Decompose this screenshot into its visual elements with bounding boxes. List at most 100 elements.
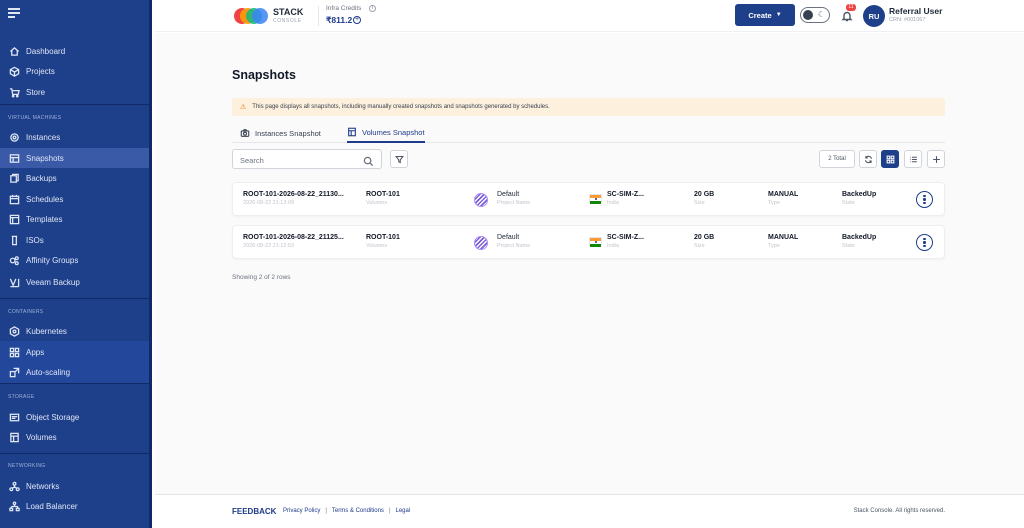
volume-icon — [9, 432, 20, 443]
refresh-button[interactable] — [859, 150, 877, 168]
type-label: Type — [768, 243, 780, 249]
stack-logo[interactable] — [233, 6, 269, 26]
camera-icon — [240, 128, 250, 138]
table-row[interactable]: ROOT-101-2026-08-22_21125... 2026-08-22 … — [232, 225, 945, 259]
sidebar-item-volumes[interactable]: Volumes — [0, 427, 149, 447]
more-options-icon[interactable] — [916, 191, 933, 208]
sidebar-item-affinity-groups[interactable]: Affinity Groups — [0, 250, 149, 270]
header-divider — [318, 6, 319, 26]
autoscaling-icon — [9, 367, 20, 378]
zone-cell: SC-SIM-Z... India — [607, 191, 644, 206]
table-row[interactable]: ROOT-101-2026-08-22_21130... 2026-08-22 … — [232, 182, 945, 216]
snapshot-icon — [9, 153, 20, 164]
sidebar-item-networks[interactable]: Networks — [0, 476, 149, 496]
search-input[interactable] — [233, 151, 353, 170]
grid-view-button[interactable] — [881, 150, 899, 168]
type-cell: MANUAL Type — [768, 234, 798, 249]
sidebar-item-label: Apps — [26, 347, 45, 357]
theme-toggle[interactable]: ☾ — [800, 7, 830, 23]
tab-label: Volumes Snapshot — [362, 127, 425, 137]
state-label: State — [842, 243, 855, 249]
zone-region: India — [607, 243, 619, 249]
section-label-networking: NETWORKING — [8, 463, 46, 469]
sidebar-item-isos[interactable]: ISOs — [0, 230, 149, 250]
volume-cell: ROOT-101 Volumes — [366, 234, 400, 249]
footer-separator: | — [325, 508, 327, 514]
sidebar-item-projects[interactable]: Projects — [0, 61, 149, 81]
veeam-icon — [9, 277, 20, 288]
snapshot-name-cell: ROOT-101-2026-08-22_21125... 2026-08-22 … — [243, 234, 344, 249]
sidebar-item-schedules[interactable]: Schedules — [0, 189, 149, 209]
search-icon[interactable] — [363, 154, 374, 167]
volume-name: ROOT-101 — [366, 191, 400, 198]
sidebar-item-instances[interactable]: Instances — [0, 127, 149, 147]
sidebar-item-templates[interactable]: Templates — [0, 209, 149, 229]
india-flag-icon — [589, 194, 602, 204]
footer-links: Privacy Policy | Terms & Conditions | Le… — [283, 508, 410, 514]
filter-button[interactable] — [390, 150, 408, 168]
sidebar-divider — [0, 383, 149, 384]
hamburger-icon[interactable] — [8, 8, 20, 18]
sidebar-item-dashboard[interactable]: Dashboard — [0, 41, 149, 61]
sidebar-item-label: Schedules — [26, 194, 64, 204]
sidebar-divider — [0, 298, 149, 299]
project-label: Project Name — [497, 243, 531, 249]
info-icon[interactable]: i — [369, 5, 376, 12]
page-title: Snapshots — [232, 68, 296, 82]
kubernetes-icon — [9, 325, 20, 337]
object-storage-icon — [9, 412, 20, 423]
add-snapshot-button[interactable] — [927, 150, 945, 168]
sidebar-item-object-storage[interactable]: Object Storage — [0, 407, 149, 427]
size-value: 20 GB — [694, 234, 715, 241]
list-view-button[interactable] — [904, 150, 922, 168]
iso-icon — [9, 235, 20, 246]
snapshot-name[interactable]: ROOT-101-2026-08-22_21125... — [243, 234, 344, 241]
sidebar-item-label: Dashboard — [26, 46, 66, 56]
tab-instances-snapshot[interactable]: Instances Snapshot — [240, 123, 321, 143]
snapshot-name-cell: ROOT-101-2026-08-22_21130... 2026-08-22 … — [243, 191, 344, 206]
size-value: 20 GB — [694, 191, 715, 198]
project-cell: Default Project Name — [497, 191, 530, 206]
sidebar-item-label: Snapshots — [26, 153, 64, 163]
avatar[interactable]: RU — [863, 5, 885, 27]
snapshot-date: 2026-08-22 21:13:09 — [243, 200, 295, 206]
state-cell: BackedUp State — [842, 191, 876, 206]
sidebar-item-label: Load Balancer — [26, 501, 78, 511]
privacy-policy-link[interactable]: Privacy Policy — [283, 508, 320, 514]
footer-separator: | — [388, 508, 391, 514]
add-credits-icon[interactable]: + — [353, 16, 361, 24]
sidebar-item-auto-scaling[interactable]: Auto-scaling — [0, 362, 149, 382]
tab-volumes-snapshot[interactable]: Volumes Snapshot — [347, 123, 425, 143]
copyright-text: Stack Console. All rights reserved. — [853, 508, 945, 514]
sidebar-item-kubernetes[interactable]: Kubernetes — [0, 321, 149, 341]
schedule-icon — [9, 194, 20, 205]
warning-icon: ⚠ — [240, 104, 247, 111]
more-options-icon[interactable] — [916, 234, 933, 251]
sidebar-item-store[interactable]: Store — [0, 82, 149, 102]
load-balancer-icon — [9, 500, 20, 512]
snapshot-name[interactable]: ROOT-101-2026-08-22_21130... — [243, 191, 344, 198]
search-box — [232, 149, 382, 170]
sidebar-item-snapshots[interactable]: Snapshots — [0, 148, 149, 168]
terms-link[interactable]: Terms & Conditions — [332, 508, 384, 514]
sidebar-item-load-balancer[interactable]: Load Balancer — [0, 496, 149, 516]
sidebar-item-apps[interactable]: Apps — [0, 342, 149, 362]
apps-icon — [9, 347, 20, 358]
sidebar-divider — [0, 453, 149, 454]
notice-text: This page displays all snapshots, includ… — [252, 104, 550, 110]
snapshot-tabs: Instances Snapshot Volumes Snapshot — [232, 123, 945, 143]
main-content: Snapshots ⚠ This page displays all snaps… — [155, 33, 1024, 494]
sidebar-item-backups[interactable]: Backups — [0, 168, 149, 188]
info-notice: ⚠ This page displays all snapshots, incl… — [232, 98, 945, 116]
legal-link[interactable]: Legal — [396, 508, 411, 514]
sidebar-item-veeam-backup[interactable]: Veeam Backup — [0, 272, 149, 292]
zone-name: SC-SIM-Z... — [607, 191, 644, 198]
refresh-icon — [864, 155, 872, 163]
feedback-link[interactable]: FEEDBACK — [232, 507, 276, 516]
project-name: Default — [497, 191, 520, 198]
user-name[interactable]: Referral User — [889, 6, 942, 16]
cart-icon — [9, 87, 20, 98]
create-button[interactable]: Create ▼ — [735, 4, 795, 26]
volume-name: ROOT-101 — [366, 234, 400, 241]
sidebar-item-label: Projects — [26, 66, 55, 76]
